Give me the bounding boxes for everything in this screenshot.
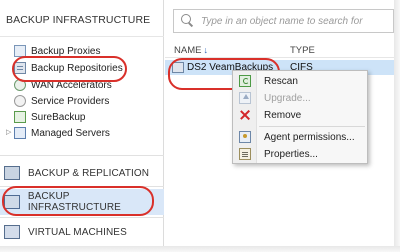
managed-servers-icon (14, 127, 26, 139)
menu-item-label: Rescan (264, 75, 298, 87)
expand-chevron-icon[interactable]: ▷ (6, 128, 11, 136)
backup-replication-icon (4, 166, 20, 180)
nav-backup-infrastructure[interactable]: BACKUP INFRASTRUCTURE (0, 189, 164, 215)
nav-label: BACKUP & REPLICATION (28, 167, 150, 179)
tree-item-backup-repositories[interactable]: Backup Repositories (14, 61, 123, 75)
wan-accelerator-icon (14, 79, 26, 91)
window-shadow (0, 246, 400, 252)
tree-item-service-providers[interactable]: Service Providers (14, 94, 109, 108)
upgrade-icon (239, 92, 251, 104)
backup-infrastructure-icon (4, 195, 20, 209)
divider (0, 36, 164, 37)
left-pane: BACKUP INFRASTRUCTURE Backup Proxies Bac… (0, 0, 164, 246)
menu-item-label: Agent permissions... (264, 131, 355, 143)
virtual-machines-icon (4, 225, 20, 239)
menu-item-agent-permissions[interactable]: Agent permissions... (233, 129, 367, 145)
tree-item-wan-accelerators[interactable]: WAN Accelerators (14, 78, 112, 92)
tree-item-label: Managed Servers (31, 127, 110, 139)
proxy-icon (14, 45, 26, 57)
surebackup-icon (14, 111, 26, 123)
search-input[interactable]: Type in an object name to search for (201, 16, 363, 27)
sort-down-arrow-icon: ↓ (203, 45, 208, 55)
context-menu: Rescan Upgrade... Remove Agent permissio… (232, 70, 368, 164)
menu-item-label: Remove (264, 109, 302, 121)
column-header-label: TYPE (290, 45, 315, 56)
menu-separator (259, 126, 365, 127)
tree-item-label: WAN Accelerators (31, 79, 112, 91)
tree-item-label: Backup Repositories (31, 62, 123, 74)
tree-item-label: SureBackup (31, 111, 86, 123)
repository-icon (14, 62, 26, 74)
tree-item-surebackup[interactable]: SureBackup (14, 110, 85, 124)
divider (0, 186, 164, 187)
menu-item-label: Upgrade... (264, 92, 311, 104)
nav-backup-replication[interactable]: BACKUP & REPLICATION (0, 161, 164, 185)
divider (165, 57, 394, 58)
tree-item-label: Backup Proxies (31, 45, 101, 57)
menu-item-remove[interactable]: Remove (233, 107, 367, 123)
menu-item-properties[interactable]: Properties... (233, 146, 367, 162)
divider (0, 155, 164, 156)
service-provider-icon (14, 95, 26, 107)
properties-icon (239, 148, 251, 160)
column-header-label: NAME (174, 45, 202, 56)
menu-item-rescan[interactable]: Rescan (233, 73, 367, 89)
rescan-icon (239, 75, 251, 87)
column-header-name[interactable]: NAME ↓ (174, 45, 208, 56)
column-header-type[interactable]: TYPE (290, 45, 315, 56)
agent-permissions-icon (239, 131, 251, 143)
menu-item-label: Properties... (264, 148, 318, 160)
nav-label: VIRTUAL MACHINES (28, 226, 127, 238)
tree-item-label: Service Providers (31, 95, 110, 107)
window-shadow (394, 0, 400, 252)
remove-icon (239, 109, 251, 121)
nav-virtual-machines[interactable]: VIRTUAL MACHINES (0, 220, 164, 244)
app-window: BACKUP INFRASTRUCTURE Backup Proxies Bac… (0, 0, 400, 252)
nav-label: BACKUP INFRASTRUCTURE (27, 191, 121, 213)
repository-icon (172, 62, 184, 73)
menu-item-upgrade[interactable]: Upgrade... (233, 90, 367, 106)
divider (0, 217, 164, 218)
search-box[interactable]: Type in an object name to search for (173, 9, 394, 33)
pane-title: BACKUP INFRASTRUCTURE (6, 14, 151, 26)
tree-item-managed-servers[interactable]: Managed Servers (14, 126, 110, 140)
tree-item-backup-proxies[interactable]: Backup Proxies (14, 44, 100, 58)
search-icon (179, 12, 197, 30)
